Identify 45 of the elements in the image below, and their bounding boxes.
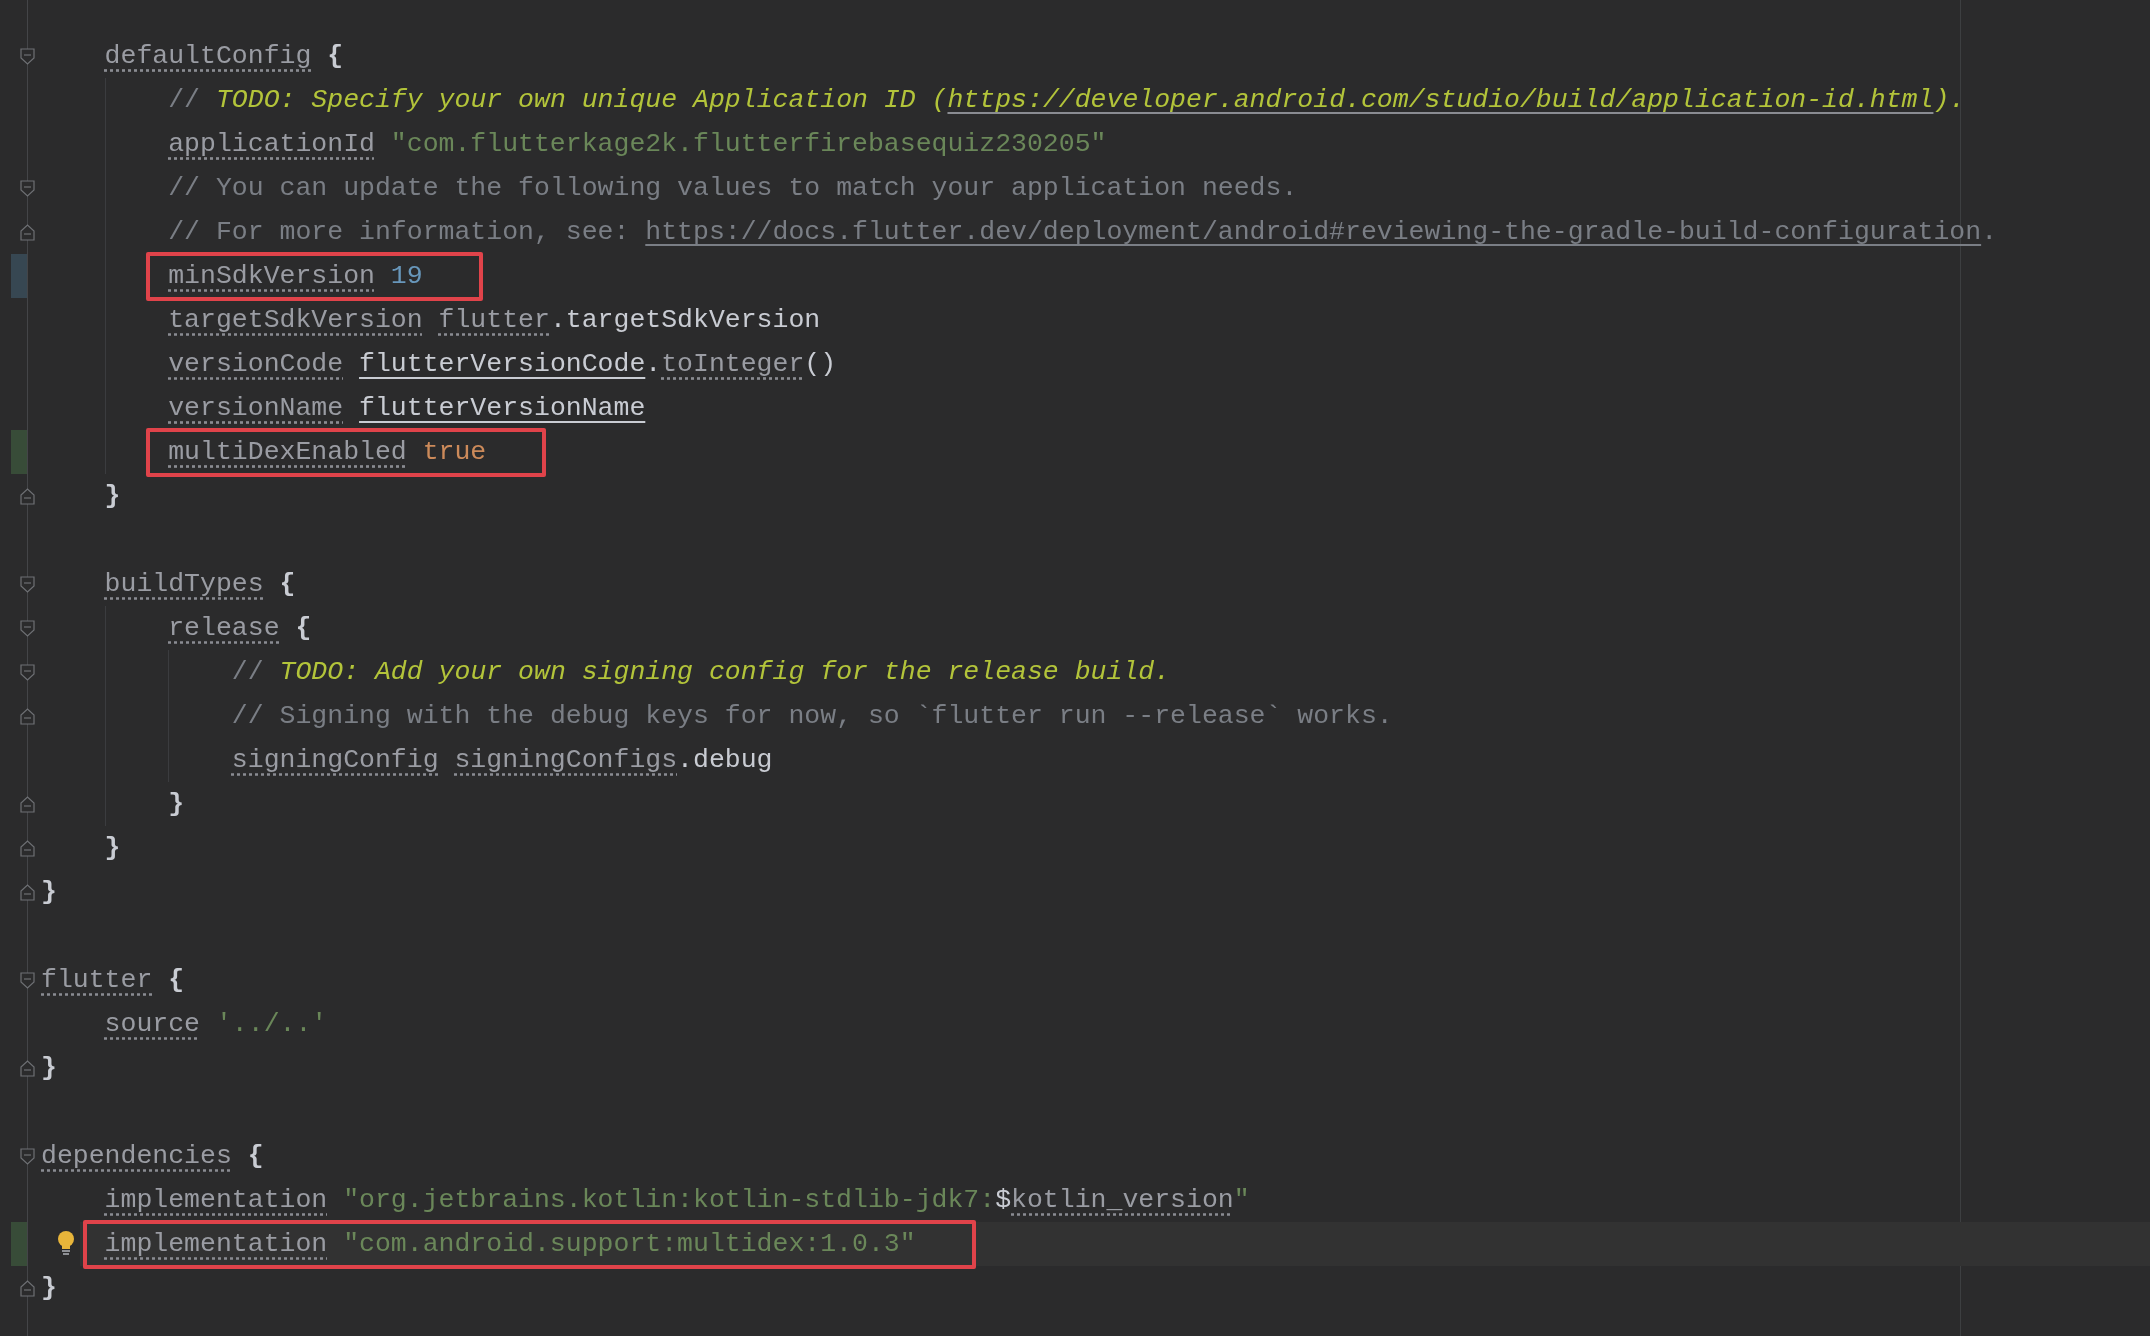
- code-line: }: [104, 832, 121, 865]
- change-marker[interactable]: [11, 254, 27, 298]
- code-line: }: [41, 1272, 57, 1305]
- code-line: targetSdkVersion flutter.targetSdkVersion: [168, 304, 821, 337]
- change-marker[interactable]: [11, 1222, 27, 1266]
- change-marker[interactable]: [11, 430, 27, 474]
- fold-icon[interactable]: [20, 796, 35, 813]
- code-line: buildTypes {: [104, 568, 296, 601]
- code-line: defaultConfig {: [104, 40, 344, 73]
- fold-icon[interactable]: [20, 224, 35, 241]
- code-line: flutter {: [41, 964, 185, 997]
- fold-icon[interactable]: [20, 708, 35, 725]
- code-line: // For more information, see: https://docs.flutter.dev/deployment/android#reviewing-the-gradle-build-configuration.: [168, 216, 1998, 249]
- code-line: // TODO: Add your own signing config for the release build.: [231, 656, 1171, 689]
- code-line: source '../..': [104, 1008, 328, 1041]
- code-line: versionCode flutterVersionCode.toInteger(): [168, 348, 837, 381]
- code-line: applicationId "com.flutterkage2k.flutterfirebasequiz230205": [168, 128, 1107, 161]
- fold-icon[interactable]: [20, 1148, 35, 1165]
- code-line: }: [168, 788, 185, 821]
- fold-icon[interactable]: [20, 180, 35, 197]
- code-line: // TODO: Specify your own unique Application ID (https://developer.android.com/studio/build/application-id.html).: [168, 84, 1966, 117]
- code-line: }: [41, 876, 57, 909]
- lightbulb-icon[interactable]: [56, 1230, 76, 1256]
- code-line: signingConfig signingConfigs.debug: [231, 744, 773, 777]
- fold-icon[interactable]: [20, 1280, 35, 1297]
- code-line: }: [104, 480, 121, 513]
- code-line: // You can update the following values to match your application needs.: [168, 172, 1298, 205]
- code-line: versionName flutterVersionName: [168, 392, 646, 425]
- code-line: minSdkVersion 19: [168, 254, 423, 298]
- fold-icon[interactable]: [20, 664, 35, 681]
- fold-icon[interactable]: [20, 576, 35, 593]
- fold-icon[interactable]: [20, 884, 35, 901]
- fold-icon[interactable]: [20, 48, 35, 65]
- fold-icon[interactable]: [20, 972, 35, 989]
- fold-icon[interactable]: [20, 1060, 35, 1077]
- code-line: }: [41, 1052, 57, 1085]
- code-line: release {: [168, 612, 312, 645]
- code-line: // Signing with the debug keys for now, so `flutter run --release` works.: [231, 700, 1393, 733]
- code-line: implementation "com.android.support:multidex:1.0.3": [104, 1222, 916, 1266]
- code-line: dependencies {: [41, 1140, 264, 1173]
- fold-icon[interactable]: [20, 488, 35, 505]
- code-line: implementation "org.jetbrains.kotlin:kotlin-stdlib-jdk7:$kotlin_version": [104, 1184, 1250, 1217]
- code-line: multiDexEnabled true: [168, 430, 487, 474]
- fold-icon[interactable]: [20, 840, 35, 857]
- fold-icon[interactable]: [20, 620, 35, 637]
